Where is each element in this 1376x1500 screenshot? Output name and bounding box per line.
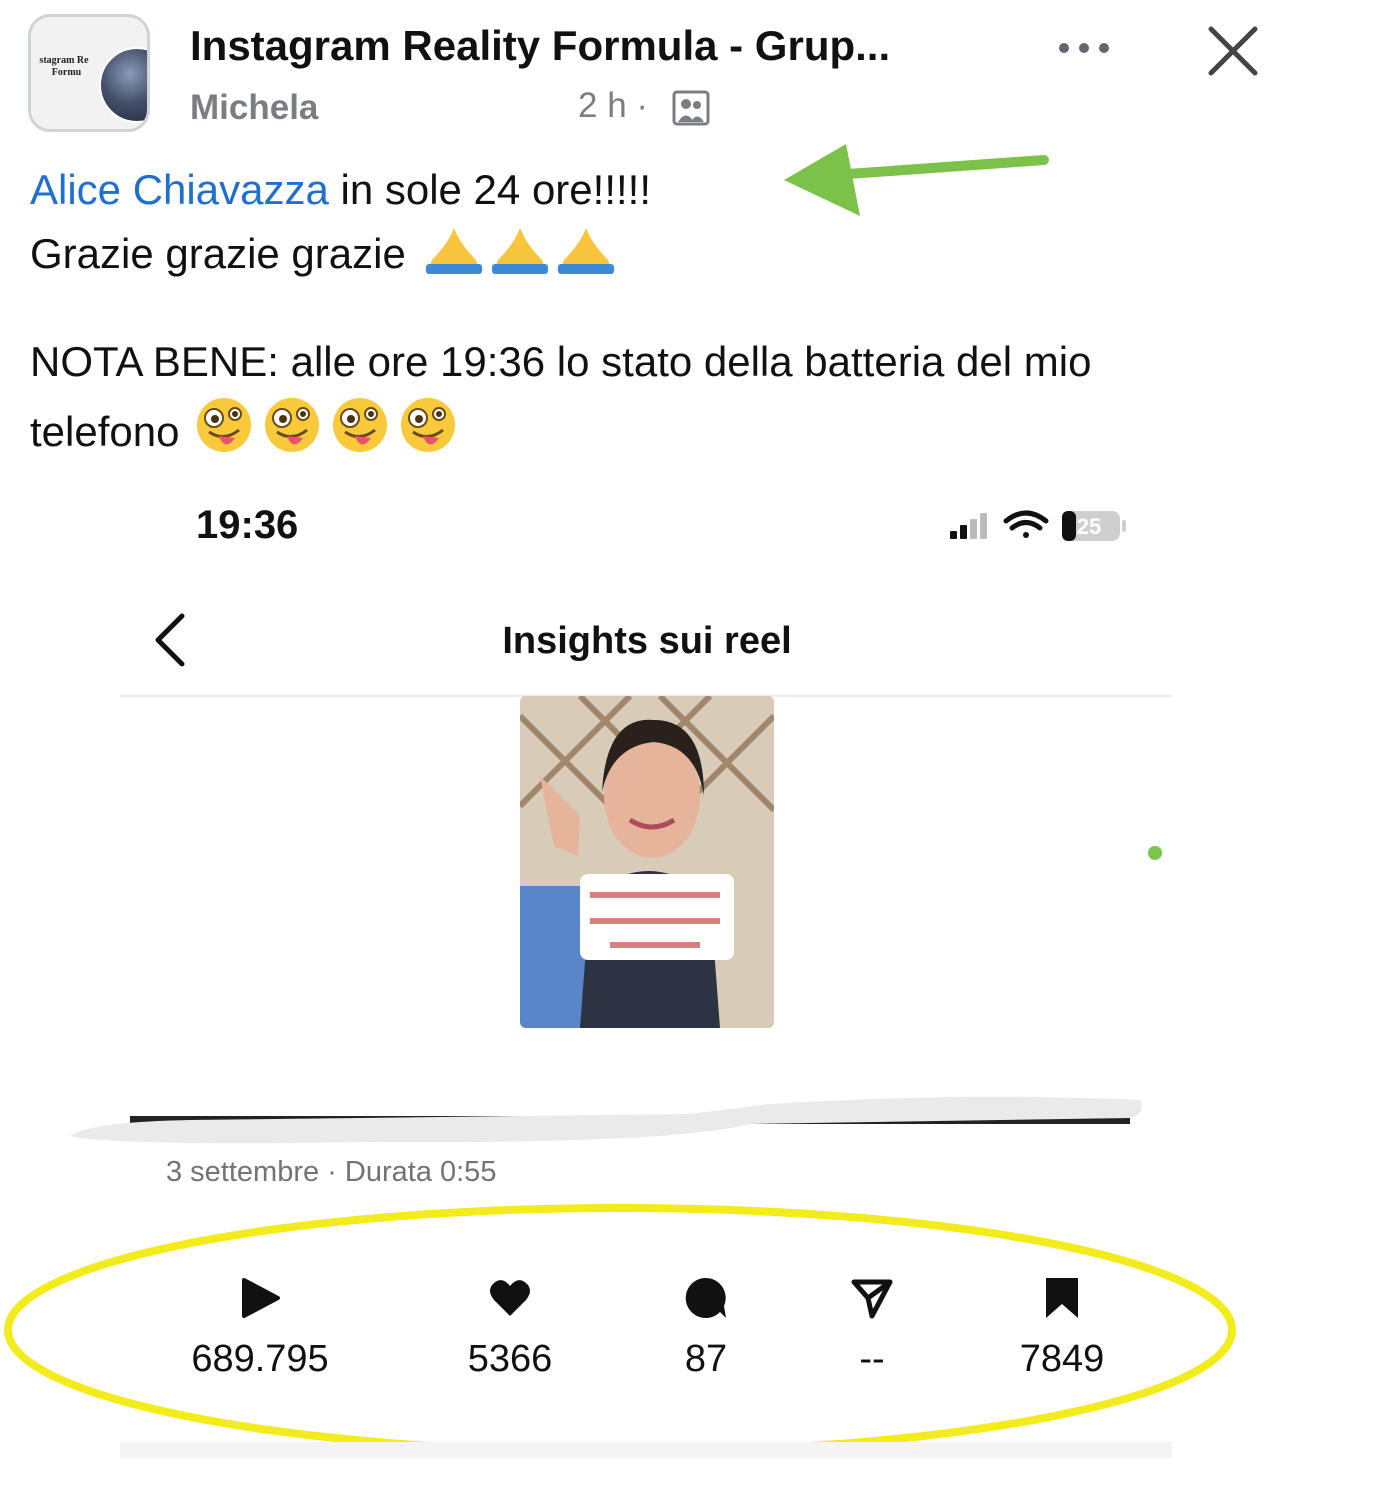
close-icon[interactable]	[1206, 24, 1260, 78]
post-line-2-text: Grazie grazie grazie	[30, 230, 418, 277]
green-dot	[1148, 846, 1162, 860]
post-time: 2 h ·	[578, 86, 649, 125]
zany-face-emoji	[197, 396, 457, 454]
phone-status-time: 19:36	[196, 503, 299, 547]
author-name[interactable]: Michela	[190, 88, 318, 128]
post-line-1: Alice Chiavazza in sole 24 ore!!!!!	[30, 166, 651, 214]
folded-hands-emoji	[425, 228, 614, 274]
green-arrow-annotation	[784, 144, 1049, 216]
wifi-icon	[1003, 510, 1049, 538]
cellular-signal-icon	[950, 513, 987, 539]
more-icon[interactable]	[1054, 28, 1114, 68]
bottom-divider	[120, 1442, 1172, 1458]
insights-title: Insights sui reel	[502, 620, 792, 662]
reel-thumbnail[interactable]	[520, 696, 774, 1028]
post-line-1-text: in sole 24 ore!!!!!	[328, 166, 651, 213]
reel-date-duration: 3 settembre · Durata 0:55	[166, 1156, 497, 1188]
group-name[interactable]: Instagram Reality Formula - Grup...	[190, 22, 890, 70]
yellow-highlight-ellipse	[4, 1204, 1236, 1456]
battery-level: 25	[1077, 514, 1101, 539]
post-line-2: Grazie grazie grazie	[30, 224, 618, 278]
redacted-caption	[70, 1096, 1142, 1144]
avatar-logo-text: stagram Re Formu	[39, 55, 89, 78]
avatar-photo	[99, 47, 147, 123]
group-avatar[interactable]: stagram Re Formu	[28, 14, 150, 132]
post-line-4-text: telefono	[30, 408, 192, 455]
reel-thumbnail-image	[520, 696, 774, 1028]
post-line-4: telefono	[30, 396, 467, 456]
mention-link[interactable]: Alice Chiavazza	[30, 166, 329, 213]
status-bar-icons: 25	[950, 510, 1126, 541]
battery-icon: 25	[1062, 511, 1126, 541]
group-icon	[672, 90, 710, 126]
post-line-3: NOTA BENE: alle ore 19:36 lo stato della…	[30, 338, 1092, 385]
